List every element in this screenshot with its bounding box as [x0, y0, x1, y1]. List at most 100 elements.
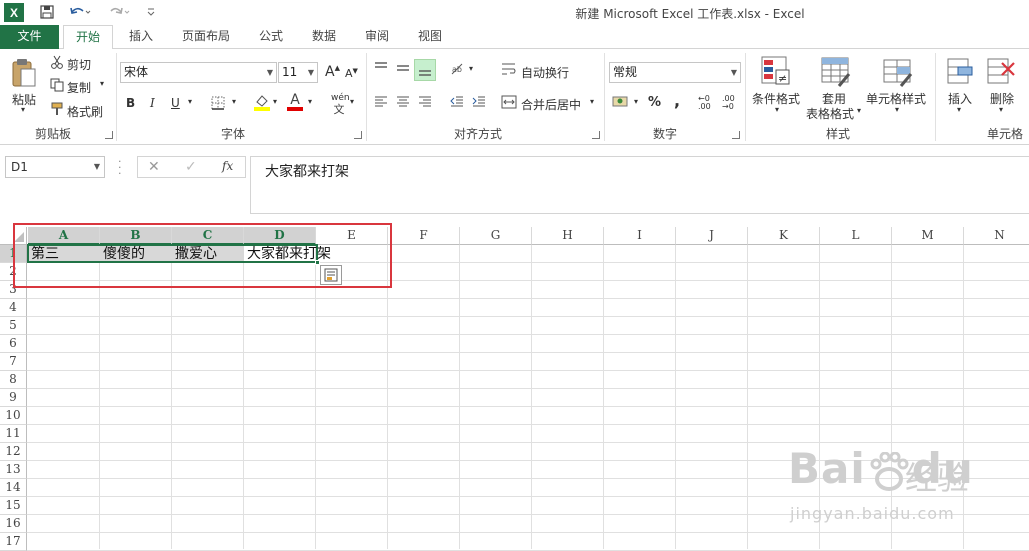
format-as-table-icon[interactable]: [820, 55, 852, 89]
decrease-decimal-button[interactable]: .00 →0: [722, 95, 742, 111]
tab-file[interactable]: 文件: [0, 25, 59, 49]
column-header-n[interactable]: N: [964, 227, 1029, 245]
tab-home[interactable]: 开始: [63, 25, 113, 50]
pinyin-dropdown-icon[interactable]: ▾: [350, 97, 354, 106]
align-middle-icon[interactable]: [395, 61, 411, 75]
tab-review[interactable]: 审阅: [354, 25, 400, 49]
tab-page-layout[interactable]: 页面布局: [172, 25, 240, 49]
number-launcher-icon[interactable]: [732, 131, 740, 139]
row-header-12[interactable]: 12: [0, 443, 27, 461]
tab-data[interactable]: 数据: [301, 25, 347, 49]
accounting-dropdown-icon[interactable]: ▾: [634, 97, 638, 106]
cancel-entry-icon[interactable]: ✕: [148, 159, 160, 175]
font-color-icon[interactable]: A: [286, 92, 304, 112]
row-header-16[interactable]: 16: [0, 515, 27, 533]
scissors-icon[interactable]: [50, 55, 64, 69]
undo-icon[interactable]: [66, 3, 94, 21]
grow-font-button[interactable]: A▲: [325, 64, 340, 80]
row-header-4[interactable]: 4: [0, 299, 27, 317]
borders-dropdown-icon[interactable]: ▾: [232, 97, 236, 106]
number-format-select[interactable]: 常规 ▼: [609, 62, 741, 83]
insert-cells-icon[interactable]: [945, 55, 975, 89]
row-header-6[interactable]: 6: [0, 335, 27, 353]
tab-formulas[interactable]: 公式: [248, 25, 294, 49]
delete-cells-icon[interactable]: [985, 55, 1017, 89]
worksheet-grid[interactable]: ABCDEFGHIJKLMN 1 2 3 4 5 6 7 8 9 10 11 12 13 14 15 16 17…: [0, 223, 1029, 551]
orientation-icon[interactable]: ab: [450, 61, 466, 77]
insert-dropdown-icon[interactable]: ▾: [957, 105, 961, 114]
cell-styles-icon[interactable]: [882, 55, 914, 89]
orientation-dropdown-icon[interactable]: ▾: [469, 64, 473, 73]
cut-button[interactable]: 剪切: [67, 56, 91, 73]
row-header-10[interactable]: 10: [0, 407, 27, 425]
customize-qat-icon[interactable]: [142, 3, 160, 21]
align-center-icon[interactable]: [395, 95, 411, 109]
align-bottom-icon[interactable]: [414, 59, 436, 81]
formula-input[interactable]: 大家都来打架: [250, 156, 1029, 214]
format-as-table-button[interactable]: 表格格式: [806, 105, 854, 122]
save-icon[interactable]: [38, 3, 56, 21]
tab-view[interactable]: 视图: [407, 25, 453, 49]
font-size-select[interactable]: 11 ▼: [278, 62, 318, 83]
merge-dropdown-icon[interactable]: ▾: [590, 97, 594, 106]
column-header-j[interactable]: J: [676, 227, 748, 245]
shrink-font-button[interactable]: A▼: [345, 67, 358, 80]
row-header-17[interactable]: 17: [0, 533, 27, 551]
row-header-8[interactable]: 8: [0, 371, 27, 389]
paste-dropdown-icon[interactable]: ▾: [21, 105, 25, 114]
merge-center-button[interactable]: 合并后居中: [521, 96, 581, 113]
font-color-dropdown-icon[interactable]: ▾: [308, 97, 312, 106]
wrap-text-icon[interactable]: [501, 61, 517, 77]
column-header-m[interactable]: M: [892, 227, 964, 245]
merge-center-icon[interactable]: [501, 94, 517, 110]
alignment-launcher-icon[interactable]: [592, 131, 600, 139]
italic-button[interactable]: I: [150, 96, 155, 110]
column-header-i[interactable]: I: [604, 227, 676, 245]
column-header-l[interactable]: L: [820, 227, 892, 245]
row-header-5[interactable]: 5: [0, 317, 27, 335]
increase-decimal-button[interactable]: ←0 .00: [698, 95, 718, 111]
bold-button[interactable]: B: [126, 96, 135, 110]
row-header-15[interactable]: 15: [0, 497, 27, 515]
row-header-11[interactable]: 11: [0, 425, 27, 443]
increase-indent-icon[interactable]: [471, 95, 487, 109]
comma-style-button[interactable]: ,: [674, 91, 680, 110]
decrease-indent-icon[interactable]: [449, 95, 465, 109]
align-left-icon[interactable]: [373, 95, 389, 109]
row-header-14[interactable]: 14: [0, 479, 27, 497]
align-top-icon[interactable]: [373, 61, 389, 75]
redo-icon[interactable]: [106, 3, 134, 21]
font-launcher-icon[interactable]: [354, 131, 362, 139]
borders-icon[interactable]: [210, 95, 226, 111]
column-header-f[interactable]: F: [388, 227, 460, 245]
tab-insert[interactable]: 插入: [116, 25, 166, 49]
row-header-9[interactable]: 9: [0, 389, 27, 407]
format-painter-button[interactable]: 格式刷: [67, 103, 103, 120]
fill-color-icon[interactable]: [253, 93, 271, 111]
percent-style-button[interactable]: %: [648, 95, 661, 110]
cell-styles-dropdown-icon[interactable]: ▾: [895, 105, 899, 114]
name-box[interactable]: D1 ▼: [5, 156, 105, 178]
conditional-formatting-icon[interactable]: ≠: [760, 55, 792, 89]
column-header-k[interactable]: K: [748, 227, 820, 245]
row-header-13[interactable]: 13: [0, 461, 27, 479]
confirm-entry-icon[interactable]: ✓: [185, 159, 197, 175]
column-header-h[interactable]: H: [532, 227, 604, 245]
accounting-format-icon[interactable]: [612, 94, 632, 110]
underline-dropdown-icon[interactable]: ▾: [188, 97, 192, 106]
conditional-dropdown-icon[interactable]: ▾: [775, 105, 779, 114]
font-name-select[interactable]: 宋体 ▼: [120, 62, 277, 83]
copy-button[interactable]: 复制: [67, 79, 91, 96]
clipboard-launcher-icon[interactable]: [105, 131, 113, 139]
delete-dropdown-icon[interactable]: ▾: [999, 105, 1003, 114]
align-right-icon[interactable]: [417, 95, 433, 109]
copy-dropdown-icon[interactable]: ▾: [100, 79, 104, 88]
paste-icon[interactable]: [10, 57, 38, 89]
format-as-table-dropdown-icon[interactable]: ▾: [857, 106, 861, 115]
row-header-7[interactable]: 7: [0, 353, 27, 371]
format-painter-icon[interactable]: [50, 102, 64, 116]
wrap-text-button[interactable]: 自动换行: [521, 64, 569, 81]
insert-function-icon[interactable]: fx: [222, 159, 233, 173]
copy-icon[interactable]: [50, 78, 64, 92]
underline-button[interactable]: U: [171, 96, 180, 110]
